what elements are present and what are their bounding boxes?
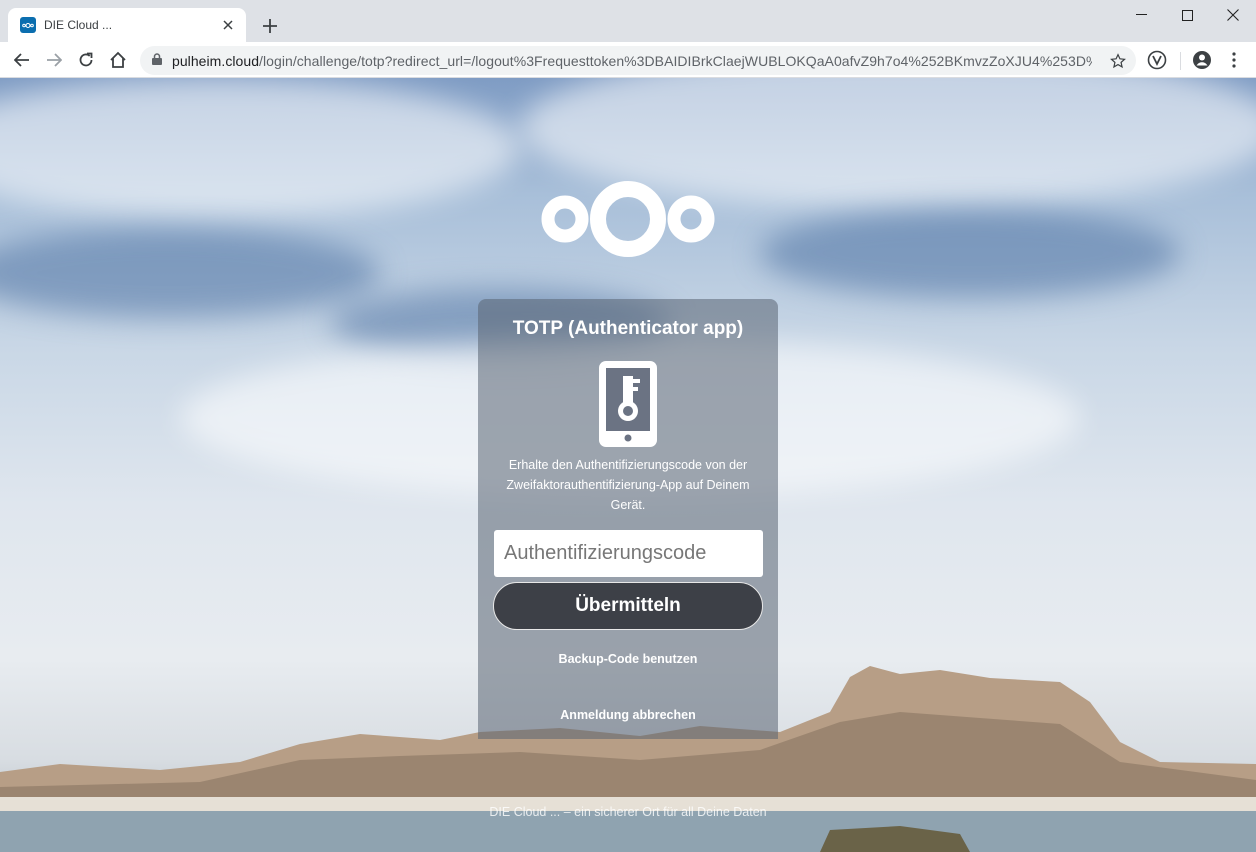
browser-tab-bar: DIE Cloud ... xyxy=(0,0,1256,42)
browser-toolbar: pulheim.cloud/login/challenge/totp?redir… xyxy=(0,42,1256,78)
close-tab-icon[interactable] xyxy=(220,17,236,33)
backup-code-link[interactable]: Backup-Code benutzen xyxy=(478,652,778,666)
minimize-icon[interactable] xyxy=(1118,0,1164,30)
profile-icon[interactable] xyxy=(1190,48,1214,72)
instruction-text: Erhalte den Authentifizierungscode von d… xyxy=(506,458,750,512)
phone-key-icon xyxy=(599,361,657,447)
browser-tab[interactable]: DIE Cloud ... xyxy=(8,8,246,42)
background-cloud xyxy=(0,228,380,318)
forward-icon[interactable] xyxy=(40,46,68,74)
lock-icon xyxy=(152,52,162,70)
cancel-login-link[interactable]: Anmeldung abbrechen xyxy=(478,708,778,722)
page-title: TOTP (Authenticator app) xyxy=(512,318,744,339)
background-cloud xyxy=(0,78,520,218)
bookmark-star-icon[interactable] xyxy=(1108,51,1128,71)
home-icon[interactable] xyxy=(104,46,132,74)
menu-icon[interactable] xyxy=(1222,48,1246,72)
close-window-icon[interactable] xyxy=(1210,0,1256,30)
footer-text: DIE Cloud ... – ein sicherer Ort für all… xyxy=(489,805,767,819)
maximize-icon[interactable] xyxy=(1164,0,1210,30)
reload-icon[interactable] xyxy=(72,46,100,74)
extension-v-icon[interactable] xyxy=(1145,48,1169,72)
new-tab-icon[interactable] xyxy=(258,14,282,38)
toolbar-separator xyxy=(1180,52,1181,70)
totp-login-card: TOTP (Authenticator app) Erhalte den Aut… xyxy=(478,299,778,739)
address-bar[interactable]: pulheim.cloud/login/challenge/totp?redir… xyxy=(140,46,1136,75)
url-host: pulheim.cloud xyxy=(172,52,260,69)
tab-title: DIE Cloud ... xyxy=(44,18,113,32)
nextcloud-favicon-icon xyxy=(20,17,36,33)
login-page: TOTP (Authenticator app) Erhalte den Aut… xyxy=(0,78,1256,852)
background-cloud xyxy=(760,208,1180,298)
url-path: /login/challenge/totp?redirect_url=/logo… xyxy=(259,52,1092,69)
back-icon[interactable] xyxy=(8,46,36,74)
authentication-code-input[interactable] xyxy=(494,530,763,577)
nextcloud-logo xyxy=(541,181,715,257)
submit-button[interactable]: Übermitteln xyxy=(493,582,763,630)
url-text: pulheim.cloud/login/challenge/totp?redir… xyxy=(172,53,1092,69)
